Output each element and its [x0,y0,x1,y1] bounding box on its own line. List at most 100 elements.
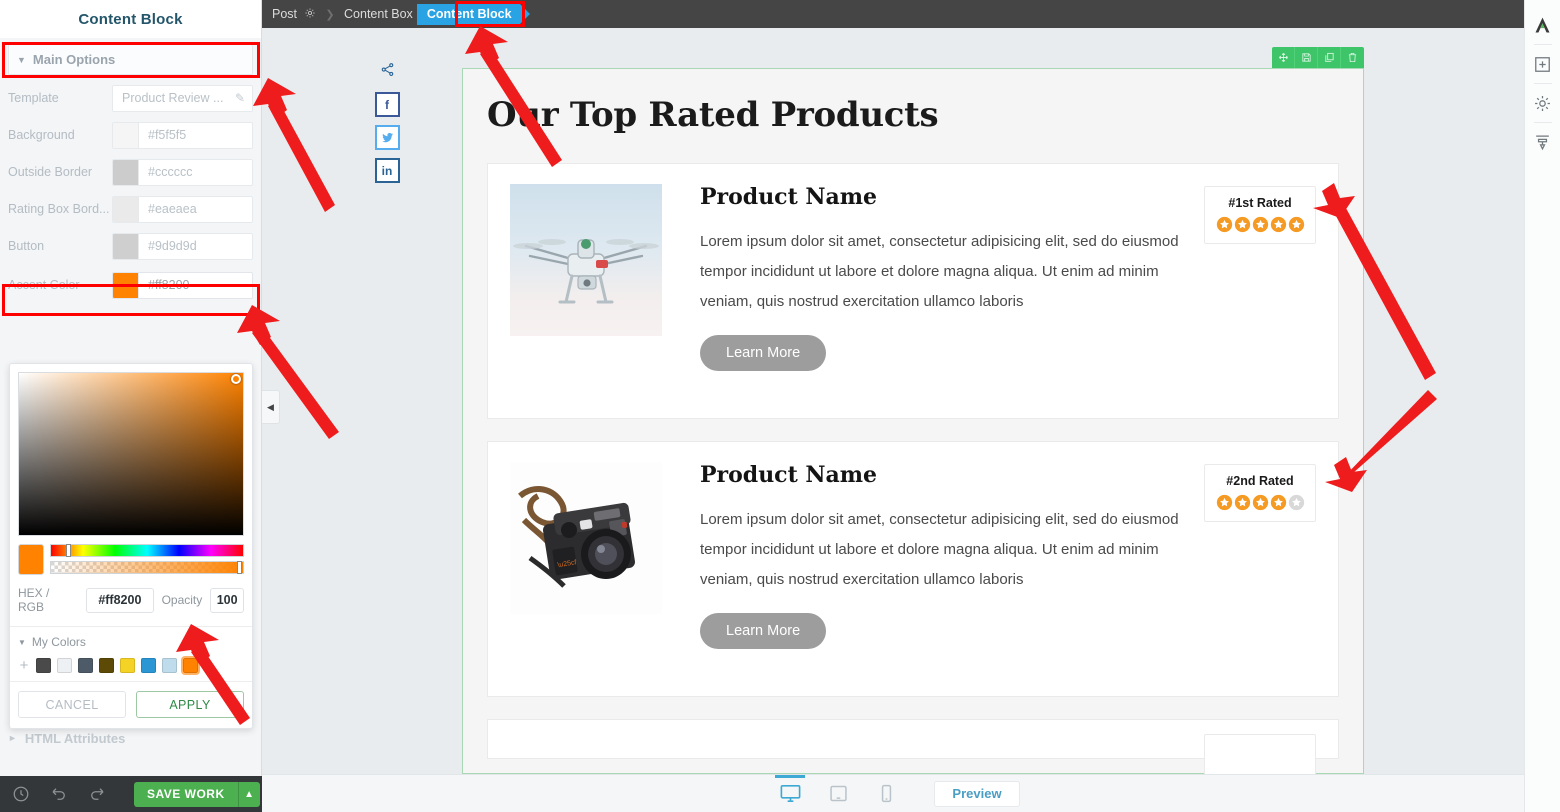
field-accent-color-value: #ff8200 [148,278,190,292]
field-background[interactable]: Background #f5f5f5 [8,121,253,149]
saturation-value-area[interactable] [18,372,244,536]
field-accent-color-control[interactable]: #ff8200 [112,271,253,299]
swatch-4[interactable] [120,658,135,673]
twitter-icon[interactable] [374,125,400,150]
swatch-1[interactable] [57,658,72,673]
content-block-inner: Our Top Rated Products Product Name Lore… [463,69,1363,774]
learn-more-button[interactable]: Learn More [700,335,827,371]
field-outside-border-label: Outside Border [8,165,93,179]
hex-input[interactable]: #ff8200 [86,587,154,613]
field-button-swatch[interactable] [113,233,139,259]
collapse-left-icon[interactable]: ◀ [262,390,280,424]
share-icon[interactable] [380,62,395,81]
field-template[interactable]: Template Product Review ... ✎ [8,84,253,112]
logo-icon[interactable] [1525,6,1560,44]
field-accent-color[interactable]: Accent Color #ff8200 [8,271,253,299]
templates-icon[interactable] [1525,123,1560,161]
product-name: Product Name [700,462,878,488]
field-template-label: Template [8,91,59,105]
swatch-7-selected[interactable] [181,656,200,675]
alpha-slider[interactable] [50,561,244,574]
cancel-button[interactable]: CANCEL [18,691,126,718]
swatch-6[interactable] [162,658,177,673]
undo-icon[interactable] [50,785,68,803]
opacity-input[interactable]: 100 [210,587,244,613]
breadcrumb-post[interactable]: Post [272,7,316,22]
save-work-button[interactable]: SAVE WORK [134,781,238,807]
breadcrumb-content-block[interactable]: Content Block [416,3,530,25]
product-card[interactable]: Product Name Lorem ipsum dolor sit amet,… [487,163,1339,419]
swatch-3[interactable] [99,658,114,673]
sliders-group [50,544,244,575]
content-block-wrapper[interactable]: Our Top Rated Products Product Name Lore… [462,47,1364,774]
chevron-up-icon[interactable]: ▲ [237,781,260,807]
desktop-icon[interactable] [766,774,814,812]
field-outside-border-control[interactable]: #cccccc [112,158,253,186]
field-template-control[interactable]: Product Review ... ✎ [112,84,253,112]
star-icon-empty [1288,494,1304,511]
star-icon-filled [1234,494,1250,511]
move-icon[interactable] [1272,47,1295,68]
gear-icon[interactable] [304,7,316,22]
field-rating-box-border[interactable]: Rating Box Bord... #eaeaea [8,195,253,223]
swatch-2[interactable] [78,658,93,673]
field-outside-border[interactable]: Outside Border #cccccc [8,158,253,186]
section-html-attributes[interactable]: ► HTML Attributes [8,726,253,750]
tablet-icon[interactable] [814,775,862,812]
editor-canvas: ◀ f in Our Top Rated Products Product Na… [262,28,1524,774]
trash-icon[interactable] [1341,47,1364,68]
field-rating-box-border-control[interactable]: #eaeaea [112,195,253,223]
swatch-0[interactable] [36,658,51,673]
edit-pencil-icon[interactable]: ✎ [228,91,252,105]
add-color-icon[interactable]: + [18,658,30,673]
hue-handle[interactable] [66,544,72,557]
breadcrumb-separator: ❯ [325,8,335,21]
product-card-partial[interactable] [487,719,1339,774]
picker-buttons: CANCEL APPLY [10,681,252,728]
learn-more-button[interactable]: Learn More [700,613,827,649]
field-button-control[interactable]: #9d9d9d [112,232,253,260]
field-outside-border-swatch[interactable] [113,159,139,185]
field-background-swatch[interactable] [113,122,139,148]
breadcrumb-post-label: Post [272,7,298,21]
caret-down-icon: ▼ [17,54,26,65]
rating-label: #1st Rated [1228,196,1292,210]
section-main-options[interactable]: ▼ Main Options [8,44,253,75]
save-work-group[interactable]: SAVE WORK ▲ [134,781,260,807]
slider-row [18,544,244,575]
history-icon[interactable] [12,785,30,803]
alpha-handle[interactable] [237,561,242,574]
star-icon-filled [1216,216,1232,233]
field-button[interactable]: Button #9d9d9d [8,232,253,260]
linkedin-icon[interactable]: in [374,158,400,183]
facebook-icon[interactable]: f [374,92,400,117]
save-icon[interactable] [1295,47,1318,68]
swatch-5[interactable] [141,658,156,673]
drone-photo [510,184,662,336]
redo-icon[interactable] [88,785,106,803]
breadcrumb-content-box[interactable]: Content Box [344,7,413,21]
field-accent-color-swatch[interactable] [113,272,139,298]
mobile-icon[interactable] [862,775,910,812]
field-rating-box-border-swatch[interactable] [113,196,139,222]
preview-button[interactable]: Preview [934,780,1020,807]
caret-down-icon: ▼ [18,637,26,647]
hue-slider[interactable] [50,544,244,557]
product-description: Lorem ipsum dolor sit amet, consectetur … [700,511,1179,588]
my-colors-header[interactable]: ▼ My Colors [18,635,244,649]
drone-illustration [513,239,659,304]
product-card[interactable]: \u25cf Product Name Lorem ipsum dolor si… [487,441,1339,697]
color-preview-swatch [18,544,44,575]
settings-icon[interactable] [1525,84,1560,122]
saturation-knob[interactable] [231,374,241,384]
star-icon-filled [1252,494,1268,511]
field-background-label: Background [8,128,75,142]
field-background-value: #f5f5f5 [148,128,187,142]
field-background-control[interactable]: #f5f5f5 [112,121,253,149]
section-html-attributes-label: HTML Attributes [24,730,126,746]
duplicate-icon[interactable] [1318,47,1341,68]
add-icon[interactable] [1525,45,1560,83]
apply-button[interactable]: APPLY [136,691,244,718]
color-picker-popup[interactable]: HEX / RGB #ff8200 Opacity 100 ▼ My Color… [9,363,253,729]
field-template-value: Product Review ... [122,91,224,105]
